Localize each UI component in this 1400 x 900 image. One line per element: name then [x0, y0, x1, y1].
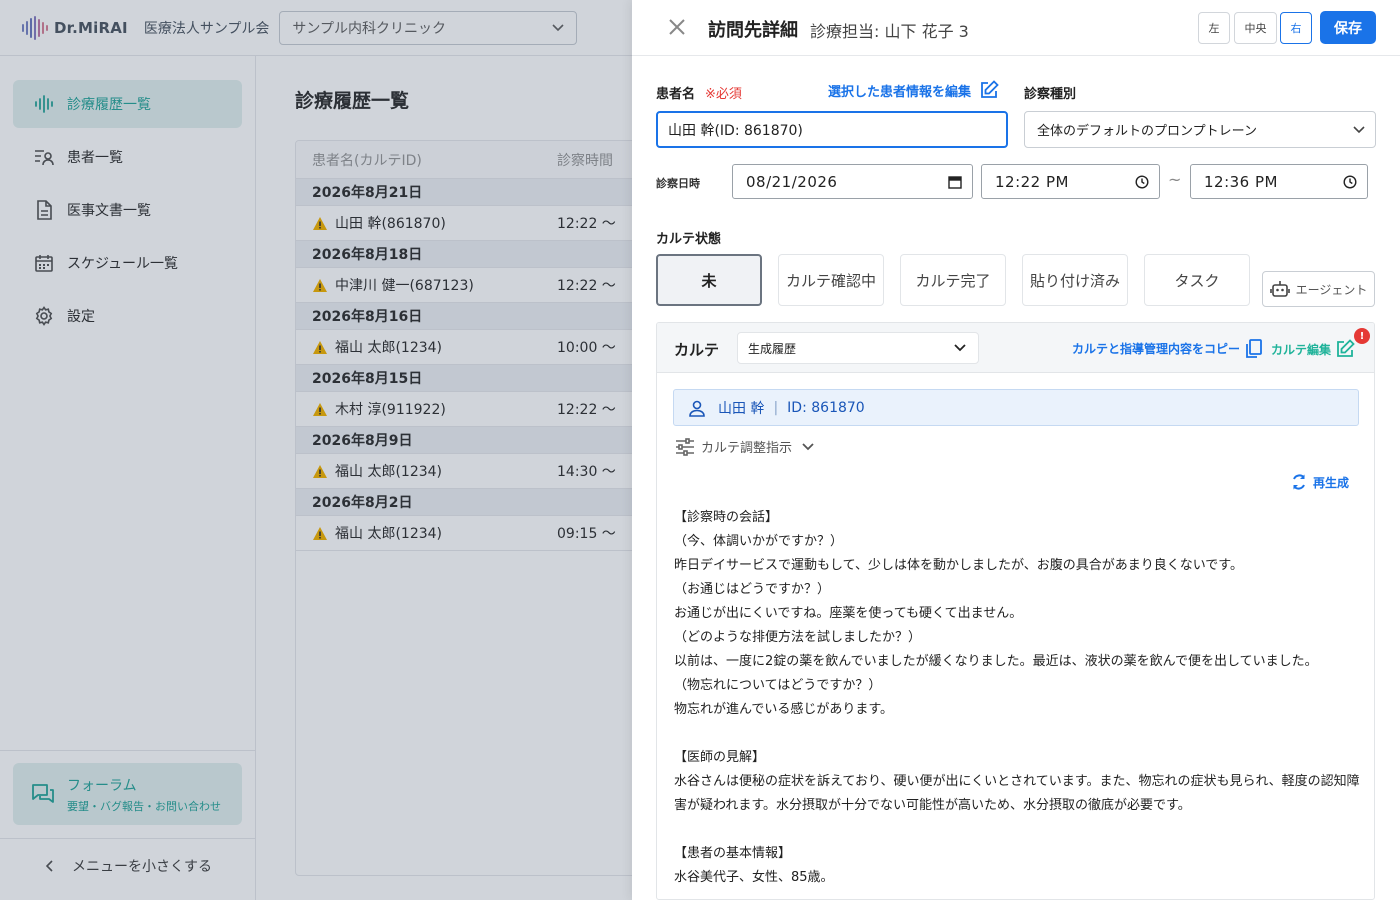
patient-label-wrap: 患者名 ※必須 [656, 83, 742, 102]
required-mark: ※必須 [705, 87, 742, 102]
chevron-down-icon [802, 442, 814, 450]
copy-icon [1246, 339, 1262, 358]
drawer-title: 訪問先詳細 [708, 20, 798, 41]
calendar-icon[interactable] [948, 175, 962, 189]
exam-type-label: 診察種別 [1024, 87, 1077, 102]
start-time-value: 12:22 PM [995, 172, 1069, 191]
patient-label: 患者名 [656, 87, 696, 102]
patient-bar: 山田 幹 | ID: 861870 [673, 389, 1359, 426]
patient-bar-id: ID: 861870 [787, 399, 865, 416]
close-icon[interactable] [666, 16, 688, 38]
patient-field-value: 山田 幹(ID: 861870) [668, 122, 803, 139]
exam-type-value: 全体のデフォルトのプロンプトレーン [1037, 124, 1257, 139]
time-separator: ~ [1168, 170, 1182, 189]
edit-patient-label: 選択した患者情報を編集 [828, 84, 972, 100]
regenerate-button[interactable]: 再生成 [1290, 473, 1349, 491]
karte-adjust-label: カルテ調整指示 [701, 441, 793, 456]
person-icon [689, 400, 705, 417]
karte-label: カルテ [674, 341, 720, 359]
position-right-button[interactable]: 右 [1280, 12, 1312, 44]
chevron-down-icon [954, 344, 966, 352]
save-button[interactable]: 保存 [1320, 11, 1376, 44]
karte-body[interactable]: 【診察時の会話】 （今、体調いかがですか？） 昨日デイサービスで運動もして、少し… [674, 506, 1364, 890]
visit-detail-drawer: 訪問先詳細 診療担当: 山下 花子 3 左 中央 右 保存 患者名 ※必須 選択し… [632, 0, 1400, 900]
status-option-unstarted[interactable]: 未 [656, 254, 762, 306]
end-time-value: 12:36 PM [1204, 172, 1278, 191]
clock-icon[interactable] [1135, 174, 1149, 189]
karte-adjust-toggle[interactable]: カルテ調整指示 [675, 437, 814, 456]
status-option-reviewing[interactable]: カルテ確認中 [778, 254, 884, 306]
status-option-task[interactable]: タスク [1144, 254, 1250, 306]
status-label: カルテ状態 [656, 232, 722, 247]
edit-karte-label: カルテ編集 [1271, 342, 1332, 357]
exam-type-select[interactable]: 全体のデフォルトのプロンプトレーン [1024, 111, 1376, 148]
drawer-header: 訪問先詳細 診療担当: 山下 花子 3 左 中央 右 保存 [632, 0, 1400, 56]
sliders-icon [676, 437, 694, 456]
separator: | [773, 399, 779, 416]
clock-icon[interactable] [1343, 174, 1357, 189]
refresh-icon [1293, 474, 1305, 490]
patient-field[interactable]: 山田 幹(ID: 861870) [656, 111, 1008, 148]
start-time-input[interactable]: 12:22 PM [981, 164, 1160, 199]
doctor-label: 診療担当: 山下 花子 3 [810, 22, 969, 41]
edit-karte-button[interactable]: カルテ編集 [1271, 339, 1355, 359]
patient-bar-name: 山田 幹 [718, 400, 765, 417]
history-select[interactable]: 生成履歴 [737, 332, 979, 364]
date-input[interactable]: 08/21/2026 [732, 164, 973, 199]
edit-patient-link[interactable]: 選択した患者情報を編集 [828, 80, 999, 100]
position-center-button[interactable]: 中央 [1234, 12, 1277, 44]
status-option-complete[interactable]: カルテ完了 [900, 254, 1006, 306]
chevron-down-icon [1353, 125, 1365, 133]
karte-header: カルテ 生成履歴 カルテと指導管理内容をコピー カルテ編集 ! [657, 323, 1374, 373]
datetime-label: 診察日時 [656, 177, 700, 190]
status-option-pasted[interactable]: 貼り付け済み [1022, 254, 1128, 306]
edit-icon [1337, 339, 1355, 357]
regenerate-label: 再生成 [1313, 475, 1350, 490]
end-time-input[interactable]: 12:36 PM [1190, 164, 1368, 199]
position-left-button[interactable]: 左 [1198, 12, 1230, 44]
robot-icon [1269, 281, 1290, 297]
copy-karte-button[interactable]: カルテと指導管理内容をコピー [1072, 339, 1262, 358]
karte-panel: カルテ 生成履歴 カルテと指導管理内容をコピー カルテ編集 ! 山田 幹 | I… [656, 322, 1375, 900]
date-value: 08/21/2026 [746, 172, 838, 191]
history-select-value: 生成履歴 [748, 341, 797, 356]
alert-badge: ! [1354, 328, 1370, 344]
agent-button[interactable]: エージェント [1262, 271, 1375, 307]
modal-overlay[interactable] [0, 0, 632, 900]
agent-label: エージェント [1295, 282, 1368, 297]
copy-karte-label: カルテと指導管理内容をコピー [1072, 342, 1241, 356]
edit-icon [981, 80, 999, 98]
karte-text: 【診察時の会話】 （今、体調いかがですか？） 昨日デイサービスで運動もして、少し… [674, 510, 1360, 885]
